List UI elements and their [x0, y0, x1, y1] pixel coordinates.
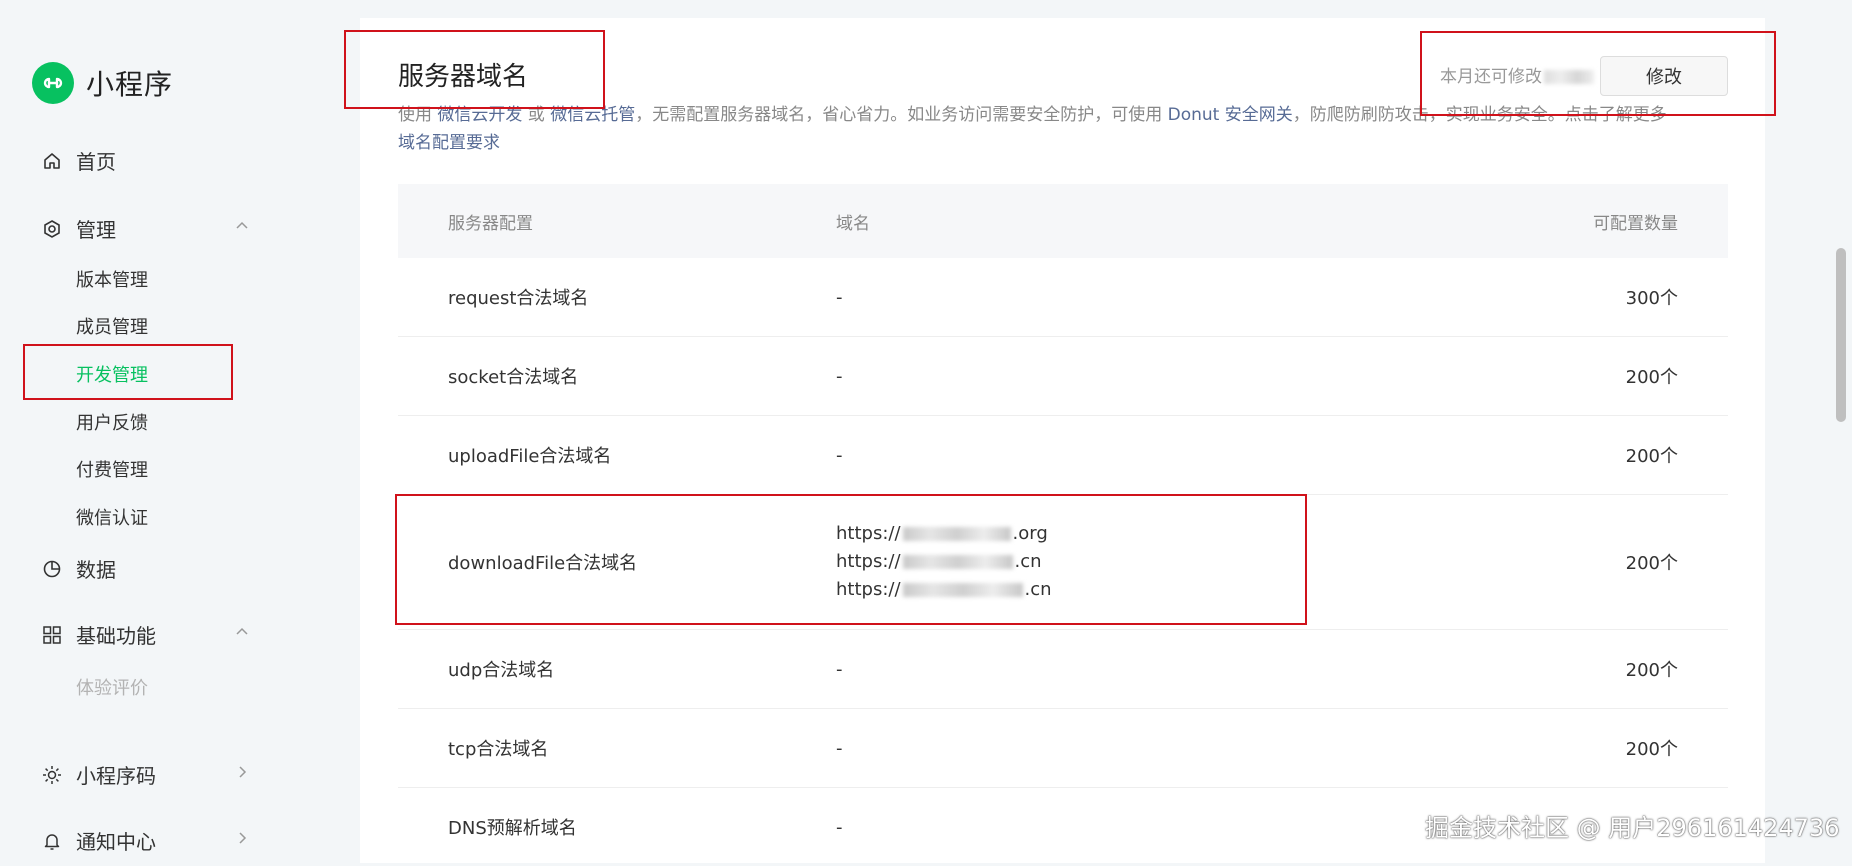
row-domain-list: https:// .org https:// .cn https:// .cn — [786, 520, 1486, 604]
table-row: tcp合法域名 - 200个 — [398, 709, 1728, 788]
server-domain-table: 服务器配置 域名 可配置数量 request合法域名 - 300个 socket… — [398, 184, 1728, 866]
sidebar-item-data[interactable]: 数据 — [40, 554, 116, 583]
row-count: 300个 — [1625, 288, 1678, 309]
description: 使用 微信云开发 或 微信云托管，无需配置服务器域名，省心省力。如业务访问需要安… — [398, 101, 1728, 157]
row-domain: - — [836, 444, 843, 466]
row-name: downloadFile合法域名 — [448, 553, 638, 574]
chevron-up-icon[interactable] — [232, 216, 252, 236]
edit-button[interactable]: 修改 — [1600, 56, 1728, 96]
blurred-domain — [902, 583, 1023, 597]
sidebar-item-manage[interactable]: 管理 — [40, 214, 116, 243]
sidebar-item-qrcode[interactable]: 小程序码 — [40, 760, 156, 789]
row-name: socket合法域名 — [448, 367, 579, 388]
table-header: 服务器配置 域名 可配置数量 — [398, 184, 1728, 258]
sidebar-item-label: 数据 — [76, 558, 116, 582]
blurred-count — [1544, 70, 1594, 84]
domain-entry: https:// .cn — [836, 576, 1486, 604]
sidebar-item-label: 小程序码 — [76, 764, 156, 788]
cloud-hosting-link[interactable]: 微信云托管 — [550, 105, 635, 125]
watermark: 掘金技术社区 @ 用户296161424736 — [1425, 814, 1840, 842]
row-domain: - — [836, 737, 843, 759]
row-domain: - — [836, 365, 843, 387]
row-domain: - — [836, 658, 843, 680]
chevron-up-icon[interactable] — [232, 622, 252, 642]
mini-program-logo-icon — [32, 62, 74, 104]
blurred-domain — [902, 555, 1013, 569]
domain-suffix: .org — [1012, 523, 1048, 544]
sidebar-item-feedback[interactable]: 用户反馈 — [76, 409, 148, 435]
sun-qrcode-icon — [40, 763, 64, 787]
row-name: uploadFile合法域名 — [448, 446, 612, 467]
quota-text: 本月还可修改 — [1440, 62, 1594, 87]
header-config: 服务器配置 — [448, 213, 533, 234]
row-count: 200个 — [1625, 739, 1678, 760]
sidebar-item-label: 管理 — [76, 218, 116, 242]
sidebar-item-members[interactable]: 成员管理 — [76, 313, 148, 339]
table-row: socket合法域名 - 200个 — [398, 337, 1728, 416]
desc-text: 使用 — [398, 105, 438, 125]
donut-gateway-link[interactable]: Donut 安全网关 — [1168, 105, 1293, 125]
row-name: tcp合法域名 — [448, 739, 549, 760]
row-domain: - — [836, 286, 843, 308]
row-count: 200个 — [1625, 553, 1678, 574]
sidebar-item-basic[interactable]: 基础功能 — [40, 620, 156, 649]
header-count: 可配置数量 — [1593, 213, 1678, 234]
domain-suffix: .cn — [1024, 579, 1052, 600]
page: 小程序 首页 管理 版本管理 成员管理 开发管理 用户反馈 付费管理 微信认证 — [0, 0, 1852, 863]
row-name: request合法域名 — [448, 288, 589, 309]
sidebar-item-home[interactable]: 首页 — [40, 146, 116, 175]
domain-prefix: https:// — [836, 551, 901, 572]
row-name: udp合法域名 — [448, 660, 555, 681]
table-row: request合法域名 - 300个 — [398, 258, 1728, 337]
domain-entry: https:// .cn — [836, 548, 1486, 576]
sidebar-item-label: 基础功能 — [76, 624, 156, 648]
quota-label: 本月还可修改 — [1440, 67, 1542, 87]
sidebar-item-experience-review[interactable]: 体验评价 — [76, 674, 148, 700]
vertical-scrollbar[interactable] — [1836, 248, 1846, 422]
desc-text: ，无需配置服务器域名，省心省力。如业务访问需要安全防护，可使用 — [635, 105, 1168, 125]
row-count: 200个 — [1625, 660, 1678, 681]
domain-prefix: https:// — [836, 523, 901, 544]
desc-text: 或 — [522, 105, 551, 125]
sidebar-item-label: 通知中心 — [76, 830, 156, 854]
sidebar-item-notify[interactable]: 通知中心 — [40, 826, 156, 855]
row-count: 200个 — [1625, 446, 1678, 467]
table-row: uploadFile合法域名 - 200个 — [398, 416, 1728, 495]
sidebar-item-version[interactable]: 版本管理 — [76, 266, 148, 292]
sidebar: 小程序 首页 管理 版本管理 成员管理 开发管理 用户反馈 付费管理 微信认证 — [0, 0, 300, 863]
page-title: 服务器域名 — [398, 62, 529, 92]
cloud-dev-link[interactable]: 微信云开发 — [437, 105, 522, 125]
home-icon — [40, 149, 64, 173]
table-row: downloadFile合法域名 https:// .org https:// .c… — [398, 495, 1728, 630]
table-row: udp合法域名 - 200个 — [398, 630, 1728, 709]
desc-text: ，防爬防刷防攻击，实现业务安全。点击了解更多 — [1292, 105, 1667, 125]
app-logo[interactable]: 小程序 — [32, 62, 173, 104]
row-domain: - — [836, 816, 843, 838]
sidebar-item-label: 首页 — [76, 150, 116, 174]
chevron-right-icon[interactable] — [232, 828, 252, 848]
settings-icon — [40, 217, 64, 241]
chart-pie-icon — [40, 557, 64, 581]
domain-prefix: https:// — [836, 579, 901, 600]
domain-entry: https:// .org — [836, 520, 1486, 548]
bell-icon — [40, 829, 64, 853]
row-name: DNS预解析域名 — [448, 818, 577, 839]
grid-icon — [40, 623, 64, 647]
domain-suffix: .cn — [1014, 551, 1042, 572]
blurred-domain — [902, 527, 1011, 541]
sidebar-item-wechat-auth[interactable]: 微信认证 — [76, 504, 148, 530]
sidebar-item-payment[interactable]: 付费管理 — [76, 456, 148, 482]
sidebar-item-dev-manage[interactable]: 开发管理 — [76, 361, 148, 387]
chevron-right-icon[interactable] — [232, 762, 252, 782]
domain-requirements-link[interactable]: 域名配置要求 — [398, 133, 500, 153]
app-title: 小程序 — [86, 68, 174, 101]
row-count: 200个 — [1625, 367, 1678, 388]
header-domain: 域名 — [836, 213, 870, 234]
